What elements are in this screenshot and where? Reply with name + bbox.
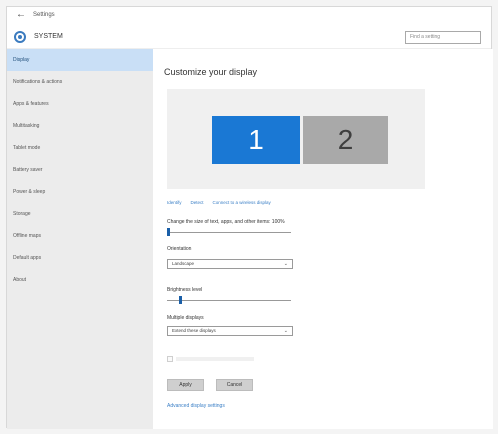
- cancel-button[interactable]: Cancel: [216, 379, 253, 391]
- gear-icon: [14, 30, 26, 43]
- back-arrow-icon[interactable]: ←: [13, 7, 29, 23]
- section-title: Customize your display: [164, 67, 258, 77]
- orientation-label: Orientation: [167, 246, 192, 252]
- chevron-down-icon: ⌄: [283, 328, 288, 334]
- title-bar: ← Settings: [7, 7, 491, 23]
- identify-link[interactable]: Identify: [167, 200, 182, 205]
- chevron-down-icon: ⌄: [283, 261, 288, 267]
- sidebar-item-about[interactable]: About: [7, 269, 153, 291]
- sidebar-item-multitasking[interactable]: Multitasking: [7, 115, 153, 137]
- scale-slider-thumb[interactable]: [167, 228, 170, 236]
- apply-button[interactable]: Apply: [167, 379, 204, 391]
- display-links: Identify Detect Connect to a wireless di…: [167, 200, 280, 205]
- sidebar-item-notifications[interactable]: Notifications & actions: [7, 71, 153, 93]
- disabled-option-label: [176, 357, 254, 361]
- monitor-1[interactable]: 1: [212, 116, 300, 164]
- sidebar-item-apps[interactable]: Apps & features: [7, 93, 153, 115]
- multiple-displays-value: Extend these displays: [172, 328, 216, 333]
- brightness-slider-track[interactable]: [167, 300, 291, 301]
- scale-slider-track[interactable]: [167, 232, 291, 233]
- header: SYSTEM Find a setting: [7, 25, 491, 49]
- sidebar-item-offline-maps[interactable]: Offline maps: [7, 225, 153, 247]
- sidebar-item-default-apps[interactable]: Default apps: [7, 247, 153, 269]
- brightness-label: Brightness level: [167, 287, 203, 293]
- scale-label: Change the size of text, apps, and other…: [167, 219, 285, 225]
- brightness-slider-thumb[interactable]: [179, 296, 183, 304]
- multiple-displays-dropdown[interactable]: Extend these displays ⌄: [167, 326, 293, 336]
- advanced-display-settings-link[interactable]: Advanced display settings: [167, 403, 225, 409]
- search-input[interactable]: Find a setting: [405, 31, 481, 44]
- detect-link[interactable]: Detect: [191, 200, 204, 205]
- connect-wireless-link[interactable]: Connect to a wireless display: [213, 200, 271, 205]
- orientation-dropdown[interactable]: Landscape ⌄: [167, 259, 293, 269]
- sidebar-item-tablet-mode[interactable]: Tablet mode: [7, 137, 153, 159]
- page-title: SYSTEM: [34, 33, 63, 40]
- sidebar-item-display[interactable]: Display: [7, 49, 153, 71]
- disabled-option: [167, 355, 257, 363]
- window-title: Settings: [33, 12, 55, 18]
- sidebar-item-battery-saver[interactable]: Battery saver: [7, 159, 153, 181]
- sidebar: Display Notifications & actions Apps & f…: [7, 49, 153, 429]
- sidebar-item-power-sleep[interactable]: Power & sleep: [7, 181, 153, 203]
- monitor-2[interactable]: 2: [303, 116, 388, 164]
- multiple-displays-label: Multiple displays: [167, 315, 204, 321]
- orientation-value: Landscape: [172, 261, 195, 266]
- checkbox: [167, 356, 173, 362]
- display-preview: 1 2: [167, 89, 425, 189]
- main-content: Customize your display 1 2 Identify Dete…: [153, 49, 493, 429]
- settings-window: ← Settings SYSTEM Find a setting Display…: [6, 6, 493, 429]
- sidebar-item-storage[interactable]: Storage: [7, 203, 153, 225]
